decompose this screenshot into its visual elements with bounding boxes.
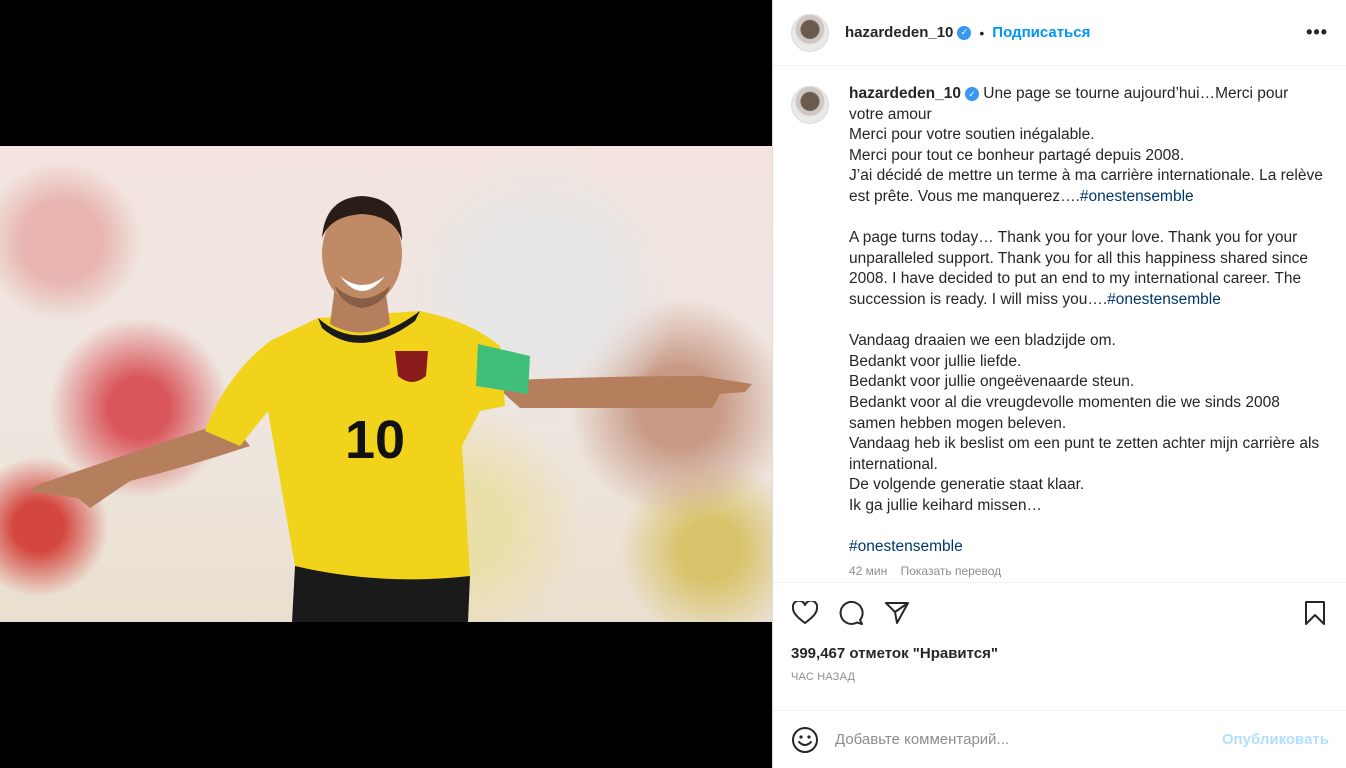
caption-username[interactable]: hazardeden_10 <box>849 85 961 102</box>
hashtag-link-2[interactable]: #onestensemble <box>1107 291 1221 308</box>
verified-badge-icon: ✓ <box>957 25 972 40</box>
caption-scroll-area[interactable]: hazardeden_10 ✓ Une page se tourne aujour… <box>773 66 1346 582</box>
heart-icon[interactable] <box>791 599 819 627</box>
post-actions-section: 399,467 отметок "Нравится" ЧАС НАЗАД <box>773 582 1346 683</box>
header-separator: • <box>979 24 985 41</box>
instagram-post: 10 hazardeden_10 ✓ • Подписаться ••• haz… <box>0 0 1346 768</box>
comment-icon[interactable] <box>837 599 865 627</box>
caption-author-avatar[interactable] <box>791 86 829 124</box>
comment-input[interactable] <box>835 731 1222 748</box>
player-celebration-illustration: 10 <box>30 196 752 622</box>
paper-plane-icon[interactable] <box>883 599 911 627</box>
publish-button[interactable]: Опубликовать <box>1222 731 1329 748</box>
emoji-icon[interactable] <box>791 726 819 754</box>
translate-link[interactable]: Показать перевод <box>901 564 1002 578</box>
action-bar <box>773 583 1346 629</box>
post-side-panel: hazardeden_10 ✓ • Подписаться ••• hazard… <box>772 0 1346 768</box>
caption-text-nl: Vandaag draaien we een bladzijde om. Bed… <box>849 332 1320 514</box>
author-username[interactable]: hazardeden_10 <box>845 24 953 41</box>
media-pane: 10 <box>0 0 772 768</box>
likes-count[interactable]: 399,467 отметок "Нравится" <box>773 629 1346 662</box>
caption-text-fr: Une page se tourne aujourd’hui…Merci pou… <box>849 85 1323 205</box>
caption-text: hazardeden_10 ✓ Une page se tourne aujour… <box>849 84 1324 558</box>
post-header: hazardeden_10 ✓ • Подписаться ••• <box>773 0 1346 66</box>
post-photo[interactable]: 10 <box>0 146 772 622</box>
caption-text-en: A page turns today… Thank you for your l… <box>849 229 1308 308</box>
caption-verified-badge-icon: ✓ <box>965 86 979 101</box>
hashtag-link-3[interactable]: #onestensemble <box>849 538 963 555</box>
more-options-icon[interactable]: ••• <box>1306 22 1328 43</box>
svg-text:10: 10 <box>345 410 405 470</box>
comment-bar: Опубликовать <box>773 710 1346 768</box>
post-timestamp[interactable]: ЧАС НАЗАД <box>773 662 1346 683</box>
hashtag-link-1[interactable]: #onestensemble <box>1080 188 1194 205</box>
caption-meta: 42 мин Показать перевод <box>849 564 1328 578</box>
follow-button[interactable]: Подписаться <box>992 24 1090 41</box>
author-avatar[interactable] <box>791 13 829 52</box>
caption-time: 42 мин <box>849 563 888 578</box>
caption-row: hazardeden_10 ✓ Une page se tourne aujour… <box>791 84 1328 558</box>
bookmark-icon[interactable] <box>1301 599 1329 627</box>
